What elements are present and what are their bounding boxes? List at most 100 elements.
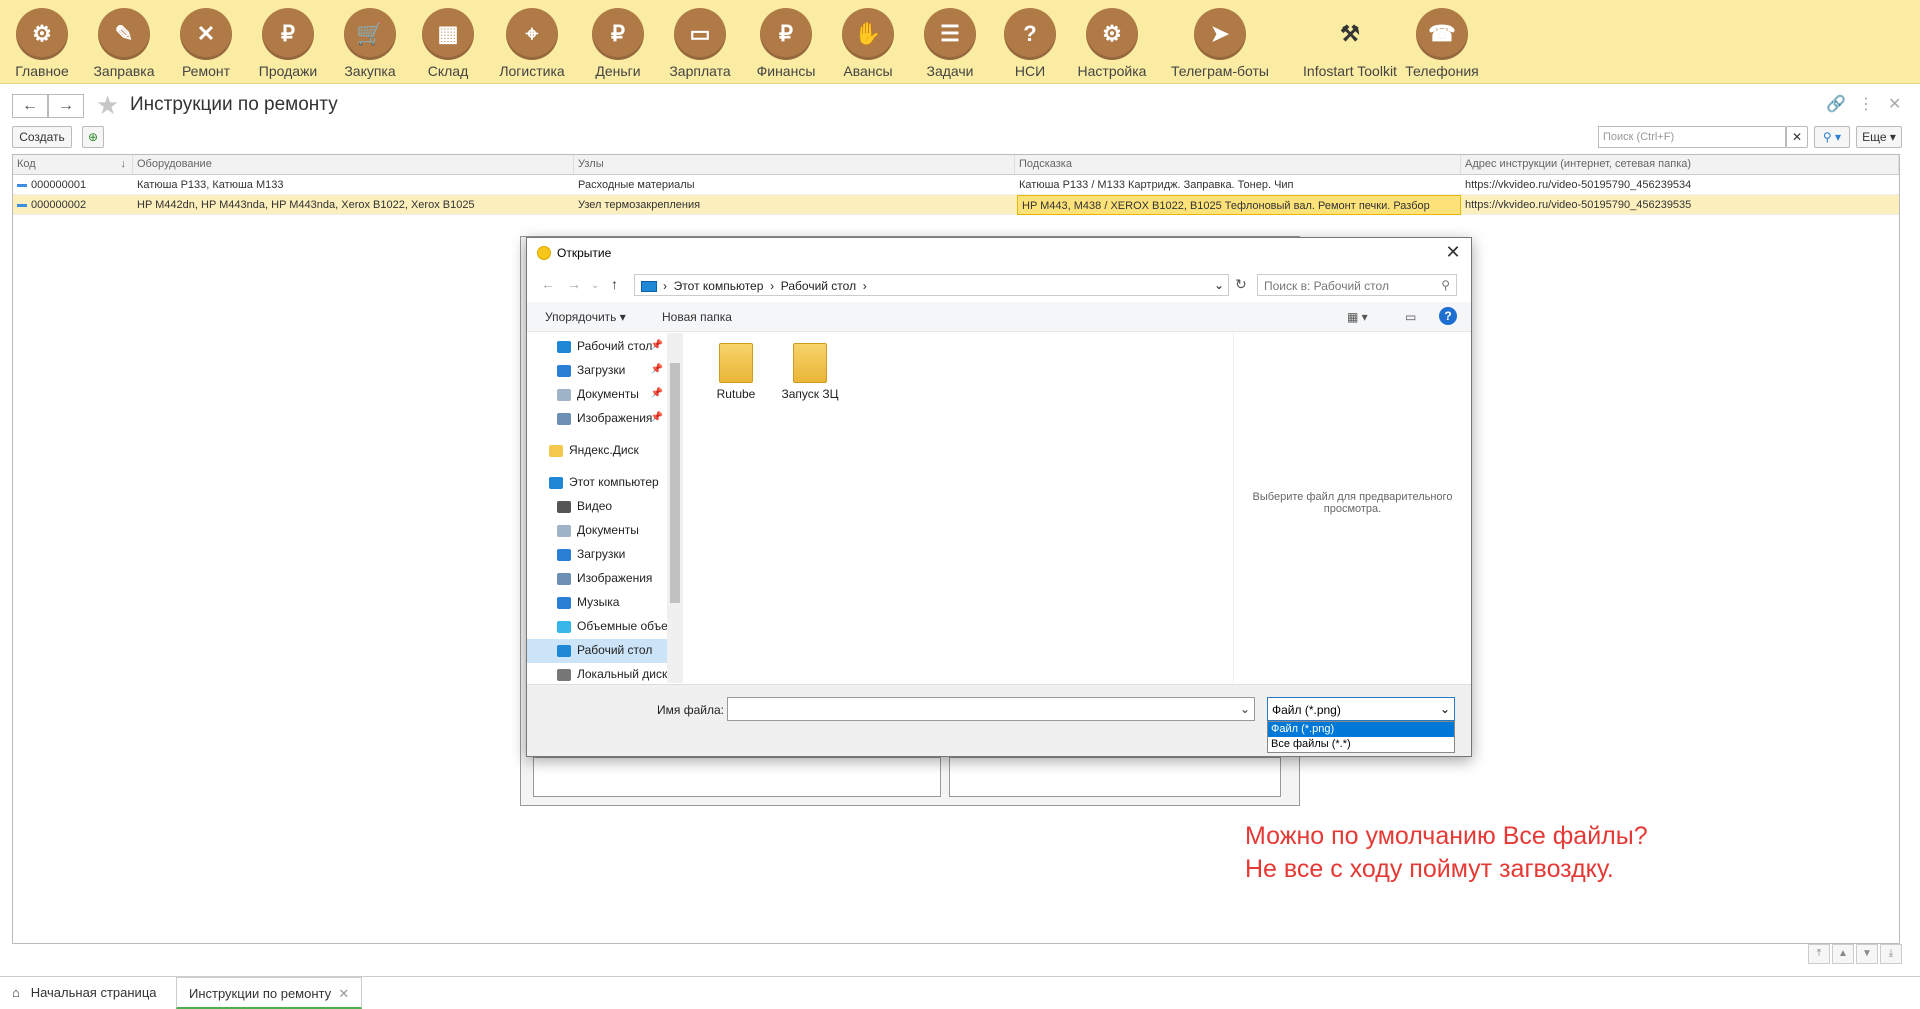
tree-item[interactable]: Музыка xyxy=(527,591,667,615)
cell-hint-active[interactable]: HP M443, M438 / XEROX B1022, B1025 Тефло… xyxy=(1017,195,1461,215)
cartridge-refill-icon: ✎ xyxy=(98,8,150,60)
tree-item[interactable]: Рабочий стол xyxy=(527,639,667,663)
recent-dropdown-icon[interactable]: ⌄ xyxy=(591,280,599,291)
tree-item[interactable]: Документы 📌 xyxy=(527,383,667,407)
refresh-icon[interactable]: ↻ xyxy=(1235,276,1247,293)
search-options-button[interactable]: ⚲ ▾ xyxy=(1814,126,1850,148)
filetype-select[interactable]: Файл (*.png) ⌄ xyxy=(1267,697,1455,721)
link-icon[interactable]: 🔗 xyxy=(1826,94,1846,114)
column-header-nodes[interactable]: Узлы xyxy=(574,155,1015,175)
table-row[interactable]: 000000001 Катюша P133, Катюша M133 Расхо… xyxy=(13,175,1899,195)
chevron-down-icon: ⌄ xyxy=(1439,702,1450,716)
tree-item-label: Документы xyxy=(577,387,639,401)
scroll-top-button[interactable]: ⤒ xyxy=(1808,944,1830,964)
section-checklist[interactable]: ☰ Задачи xyxy=(908,8,992,79)
section-gear-cluster[interactable]: ⚙ Главное xyxy=(0,8,84,79)
tree-item[interactable]: Рабочий стол 📌 xyxy=(527,335,667,359)
section-wallet[interactable]: ▭ Зарплата xyxy=(658,8,742,79)
section-sale-tag[interactable]: ₽ Продажи xyxy=(246,8,330,79)
create-button[interactable]: Создать xyxy=(12,126,72,148)
section-money-bag[interactable]: ₽ Деньги xyxy=(576,8,660,79)
tree-item[interactable]: Загрузки xyxy=(527,543,667,567)
breadcrumb-desktop[interactable]: Рабочий стол xyxy=(781,279,856,293)
column-header-url[interactable]: Адрес инструкции (интернет, сетевая папк… xyxy=(1461,155,1899,175)
filename-input[interactable]: ⌄ xyxy=(727,697,1255,721)
section-help-document[interactable]: ? НСИ xyxy=(988,8,1072,79)
forward-arrow-icon[interactable]: → xyxy=(567,276,581,292)
column-header-equipment[interactable]: Оборудование xyxy=(133,155,574,175)
section-briefcase[interactable]: ₽ Финансы xyxy=(744,8,828,79)
back-arrow-icon[interactable]: ← xyxy=(541,276,555,292)
cell-url: https://vkvideo.ru/video-50195790_456239… xyxy=(1465,199,1692,211)
organize-button[interactable]: Упорядочить ▾ xyxy=(545,310,626,324)
close-icon[interactable]: ✕ xyxy=(1888,94,1901,114)
tree-item[interactable]: Изображения 📌 xyxy=(527,407,667,431)
breadcrumb-computer[interactable]: Этот компьютер xyxy=(674,279,764,293)
view-options-icon[interactable]: ▦ ▾ xyxy=(1347,310,1368,324)
up-arrow-icon[interactable]: ↑ xyxy=(611,276,618,292)
folder-search-input[interactable]: Поиск в: Рабочий стол ⚲ xyxy=(1257,274,1457,296)
folder-item[interactable]: Rutube xyxy=(696,343,776,401)
filetype-option-all[interactable]: Все файлы (*.*) xyxy=(1268,737,1454,752)
more-vertical-icon[interactable]: ⋮ xyxy=(1858,94,1874,114)
tree-scrollbar[interactable] xyxy=(667,333,683,683)
help-icon[interactable]: ? xyxy=(1439,307,1457,325)
column-header-hint[interactable]: Подсказка xyxy=(1015,155,1461,175)
section-telephone[interactable]: ☎ Телефония xyxy=(1400,8,1484,79)
dialog-footer: Имя файла: ⌄ Файл (*.png) ⌄ Файл (*.png)… xyxy=(527,684,1471,756)
wallet-icon: ▭ xyxy=(674,8,726,60)
section-label: Телеграм-боты xyxy=(1171,63,1269,79)
column-header-code[interactable]: Код ↓ xyxy=(13,155,133,175)
computer-icon xyxy=(641,281,657,293)
tree-item-label: Изображения xyxy=(577,571,653,585)
tree-item[interactable]: Загрузки 📌 xyxy=(527,359,667,383)
telegram-icon: ➤ xyxy=(1194,8,1246,60)
row-marker-icon xyxy=(17,183,27,187)
scroll-up-button[interactable]: ▲ xyxy=(1832,944,1854,964)
dialog-close-button[interactable]: ✕ xyxy=(1443,242,1463,263)
cell-nodes: Узел термозакрепления xyxy=(578,199,701,211)
scroll-down-button[interactable]: ▼ xyxy=(1856,944,1878,964)
tree-item-label: Рабочий стол xyxy=(577,339,653,353)
chevron-down-icon[interactable]: ⌄ xyxy=(1214,278,1224,292)
address-bar[interactable]: › Этот компьютер › Рабочий стол › ⌄ xyxy=(634,274,1229,296)
preview-pane-icon[interactable]: ▭ xyxy=(1405,310,1416,324)
section-tools[interactable]: ⚒ Infostart Toolkit xyxy=(1290,8,1410,79)
section-warehouse[interactable]: ▦ Склад xyxy=(406,8,490,79)
tree-item[interactable]: Яндекс.Диск xyxy=(527,439,667,463)
favorite-star-icon[interactable]: ★ xyxy=(96,90,119,121)
tree-item[interactable]: Изображения xyxy=(527,567,667,591)
annotation-note: Можно по умолчанию Все файлы? Не все с х… xyxy=(1245,820,1648,886)
more-button[interactable]: Еще ▾ xyxy=(1856,126,1902,148)
new-folder-button[interactable]: Новая папка xyxy=(662,310,732,324)
section-settings-gear[interactable]: ⚙ Настройка xyxy=(1070,8,1154,79)
tab-current[interactable]: Инструкции по ремонту ✕ xyxy=(176,977,363,1009)
section-cart[interactable]: 🛒 Закупка xyxy=(328,8,412,79)
search-input[interactable]: Поиск (Ctrl+F) xyxy=(1598,126,1786,148)
tree-item[interactable]: Документы xyxy=(527,519,667,543)
section-cartridge-refill[interactable]: ✎ Заправка xyxy=(82,8,166,79)
section-telegram[interactable]: ➤ Телеграм-боты xyxy=(1160,8,1280,79)
annotation-line-2: Не все с ходу поймут загвоздку. xyxy=(1245,855,1614,883)
section-wrench-screwdriver[interactable]: ✕ Ремонт xyxy=(164,8,248,79)
annotation-line-1: Можно по умолчанию Все файлы? xyxy=(1245,822,1648,850)
folder-item[interactable]: Запуск ЗЦ xyxy=(770,343,850,401)
chevron-down-icon[interactable]: ⌄ xyxy=(1240,702,1250,716)
back-button[interactable]: ← xyxy=(12,94,48,118)
section-map-pin[interactable]: ⌖ Логистика xyxy=(490,8,574,79)
add-copy-button[interactable]: ⊕ xyxy=(82,126,104,148)
scrollbar-thumb[interactable] xyxy=(670,363,680,603)
tree-item[interactable]: Этот компьютер xyxy=(527,471,667,495)
tree-item[interactable]: Объемные объекты xyxy=(527,615,667,639)
search-clear-button[interactable]: ✕ xyxy=(1786,126,1808,148)
forward-button[interactable]: → xyxy=(48,94,84,118)
close-tab-icon[interactable]: ✕ xyxy=(338,986,349,1001)
folder-icon xyxy=(793,343,827,383)
tree-item[interactable]: Видео xyxy=(527,495,667,519)
wrench-screwdriver-icon: ✕ xyxy=(180,8,232,60)
section-hand-money[interactable]: ✋ Авансы xyxy=(826,8,910,79)
filetype-option-png[interactable]: Файл (*.png) xyxy=(1268,722,1454,737)
scroll-bottom-button[interactable]: ⤓ xyxy=(1880,944,1902,964)
tab-home[interactable]: ⌂ Начальная страница xyxy=(0,977,169,1009)
table-row-selected[interactable]: 000000002 HP M442dn, HP M443nda, HP M443… xyxy=(13,195,1899,215)
